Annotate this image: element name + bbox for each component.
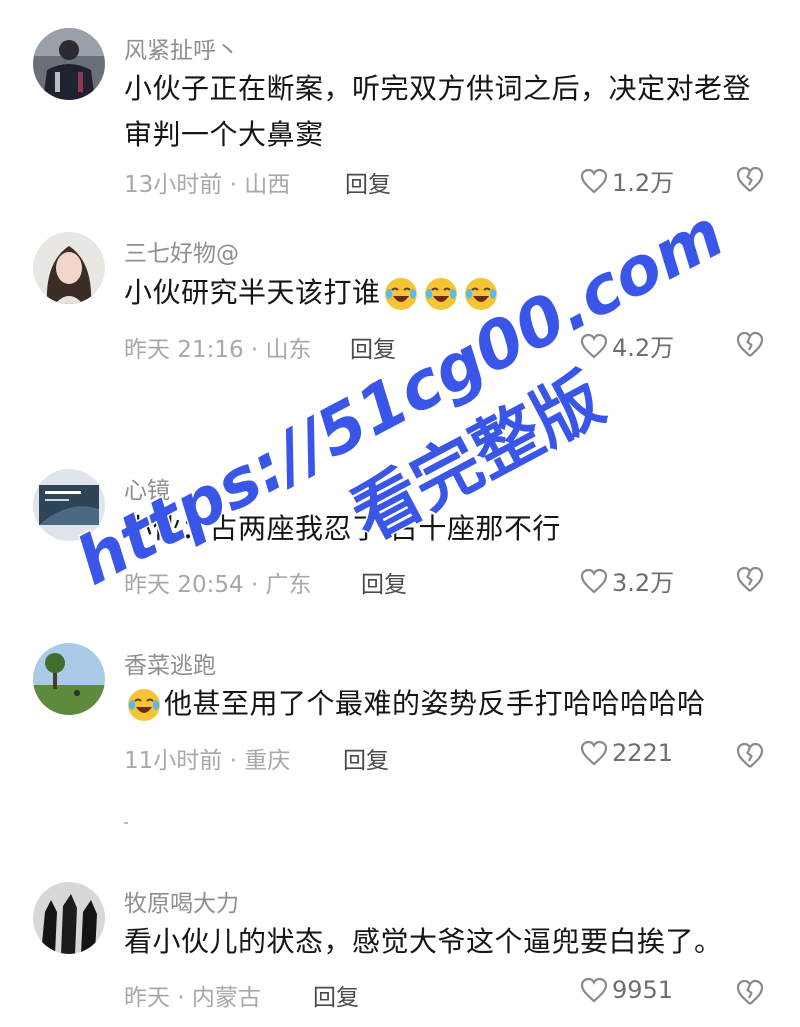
broken-heart-icon[interactable] (735, 565, 765, 593)
heart-outline-icon (580, 168, 608, 193)
comment-meta: 11小时前 · 重庆 (124, 748, 291, 774)
comment-text-body: 小伙研究半天该打谁 (124, 276, 381, 309)
like-button[interactable]: 9951 (580, 976, 673, 1004)
avatar[interactable] (33, 643, 105, 715)
comment-text-body: 他甚至用了个最难的姿势反手打哈哈哈哈哈 (164, 687, 706, 720)
comment-text: 小伙子正在断案，听完双方供词之后，决定对老登审判一个大鼻窦 (124, 72, 752, 151)
like-count: 3.2万 (612, 569, 675, 597)
like-count: 4.2万 (612, 334, 675, 362)
comment-meta: 13小时前 · 山西 (124, 172, 291, 198)
like-count: 1.2万 (612, 169, 675, 197)
comment-text: 看小伙儿的状态，感觉大爷这个逼兜要白挨了。 (124, 925, 723, 958)
username[interactable]: 香菜逃跑 (124, 646, 216, 680)
avatar[interactable] (33, 469, 105, 541)
landscape-tree-avatar-icon (33, 643, 105, 715)
heart-outline-icon (580, 740, 608, 766)
crying-laughing-emoji-icon (463, 276, 499, 312)
like-button[interactable]: 1.2万 (580, 163, 674, 198)
like-count: 2221 (612, 739, 674, 767)
reply-button[interactable]: 回复 (361, 565, 407, 599)
broken-heart-icon[interactable] (735, 741, 765, 769)
slide-thumbnail-avatar-icon (33, 469, 105, 541)
reply-button[interactable]: 回复 (345, 165, 391, 199)
username[interactable]: 牧原喝大力 (124, 884, 239, 918)
heart-outline-icon (580, 333, 608, 358)
like-button[interactable]: 4.2万 (580, 328, 674, 363)
divider-mark (124, 822, 128, 824)
avatar[interactable] (33, 232, 105, 304)
reply-button[interactable]: 回复 (313, 978, 359, 1012)
like-button[interactable]: 2221 (580, 739, 673, 767)
heart-outline-icon (580, 977, 608, 1003)
username[interactable]: 三七好物@ (124, 234, 239, 268)
woman-portrait-avatar-icon (33, 232, 105, 304)
comment-text: 小伙：占两座我忍了 占十座那不行 (124, 512, 561, 545)
comment-text: 小伙研究半天该打谁 (124, 270, 760, 316)
comment-text: 他甚至用了个最难的姿势反手打哈哈哈哈哈 (124, 681, 760, 727)
crying-laughing-emoji-icon (126, 687, 162, 723)
reply-button[interactable]: 回复 (350, 330, 396, 364)
broken-heart-icon[interactable] (735, 978, 765, 1006)
person-in-jacket-avatar-icon (33, 28, 105, 100)
crying-laughing-emoji-icon (423, 276, 459, 312)
dark-horses-avatar-icon (33, 882, 105, 954)
comment-meta: 昨天 · 内蒙古 (124, 985, 261, 1011)
comment-meta: 昨天 20:54 · 广东 (124, 572, 312, 598)
comment-meta: 昨天 21:16 · 山东 (124, 337, 312, 363)
reply-button[interactable]: 回复 (343, 741, 389, 775)
heart-outline-icon (580, 568, 608, 593)
crying-laughing-emoji-icon (383, 276, 419, 312)
broken-heart-icon[interactable] (735, 330, 765, 358)
like-button[interactable]: 3.2万 (580, 563, 674, 598)
broken-heart-icon[interactable] (735, 165, 765, 193)
avatar[interactable] (33, 28, 105, 100)
username[interactable]: 风紧扯呼丶 (124, 31, 239, 65)
avatar[interactable] (33, 882, 105, 954)
like-count: 9951 (612, 976, 674, 1004)
username[interactable]: 心镜 (124, 471, 170, 505)
